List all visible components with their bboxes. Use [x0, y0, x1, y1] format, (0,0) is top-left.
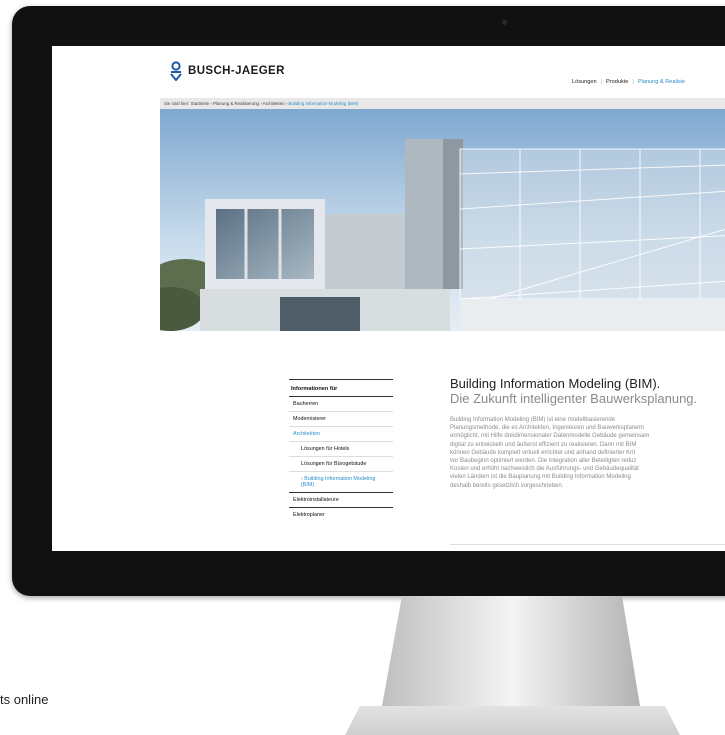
body-text: Building Information Modeling (BIM) ist …	[450, 416, 725, 490]
sidebar-item-elektroinstallateure[interactable]: Elektroinstallateure	[289, 492, 393, 507]
monitor-frame: BUSCH-JAEGER Lösungen | Produkte | Planung &…	[12, 6, 725, 596]
sidebar-item-modernisierer[interactable]: Modernisierer	[289, 411, 393, 426]
busch-jaeger-logo-icon	[170, 61, 182, 81]
nav-item-planung[interactable]: Planung & Realisie	[638, 79, 685, 85]
main-content: Building Information Modeling (BIM). Die…	[450, 376, 725, 490]
nav-item-loesungen[interactable]: Lösungen	[572, 79, 597, 85]
body-line: können Gebäude komplett virtuell erricht…	[450, 449, 636, 456]
sidebar-title: Informationen für	[291, 386, 338, 392]
breadcrumb-prefix: Sie sind hier:	[164, 101, 190, 106]
body-line: deshalb bereits gesetzlich vorgeschriebe…	[450, 482, 564, 489]
caption-text: ts online	[0, 692, 49, 707]
sidebar: Informationen für Bauherren Modernisiere…	[289, 379, 393, 522]
camera-dot	[502, 20, 507, 25]
breadcrumb-item[interactable]: Planung & Realisierung	[213, 101, 259, 106]
divider	[450, 544, 725, 545]
page-subtitle: Die Zukunft intelligenter Bauwerksplanun…	[450, 391, 698, 406]
body-line: Kosten und erhöht nachweislich die Ausfü…	[450, 466, 639, 473]
body-line: Building Information Modeling (BIM) ist …	[450, 417, 616, 423]
sidebar-item-hotels[interactable]: Lösungen für Hotels	[289, 441, 393, 456]
body-line: ermöglicht, mit Hilfe dreidimensionaler …	[450, 433, 650, 440]
breadcrumb-item[interactable]: Startseite	[191, 101, 210, 106]
sidebar-item-elektroplaner[interactable]: Elektroplaner	[289, 507, 393, 522]
body-line: vor Baubeginn optimiert werden. Die Inte…	[450, 458, 637, 465]
sidebar-item-architekten[interactable]: Architekten	[289, 426, 393, 441]
breadcrumb: Sie sind hier: Startseite › Planung & Re…	[160, 98, 725, 109]
hero-image	[160, 109, 725, 331]
brand-logo[interactable]: BUSCH-JAEGER	[170, 61, 285, 81]
body-line: digital zu entwickeln und äußerst effizi…	[450, 441, 637, 448]
body-line: vielen Ländern ist die Bauplanung mit Bu…	[450, 474, 631, 481]
brand-name: BUSCH-JAEGER	[188, 65, 285, 77]
breadcrumb-current: Building Information Modeling (BIM)	[288, 101, 359, 106]
sidebar-item-bim[interactable]: › Building Information Modeling (BIM)	[289, 471, 393, 492]
body-line: Planungsmethode, die es Architekten, Ing…	[450, 425, 644, 432]
page-title: Building Information Modeling (BIM).	[450, 376, 661, 391]
nav-item-produkte[interactable]: Produkte	[606, 79, 628, 85]
sidebar-item-bauherren[interactable]: Bauherren	[289, 396, 393, 411]
top-navigation: Lösungen | Produkte | Planung & Realisie	[572, 79, 686, 85]
sidebar-item-buerogebaeude[interactable]: Lösungen für Bürogebäude	[289, 456, 393, 471]
monitor-stand	[345, 596, 680, 735]
breadcrumb-item[interactable]: Architekten	[263, 101, 285, 106]
monitor-screen: BUSCH-JAEGER Lösungen | Produkte | Planung &…	[52, 46, 725, 551]
